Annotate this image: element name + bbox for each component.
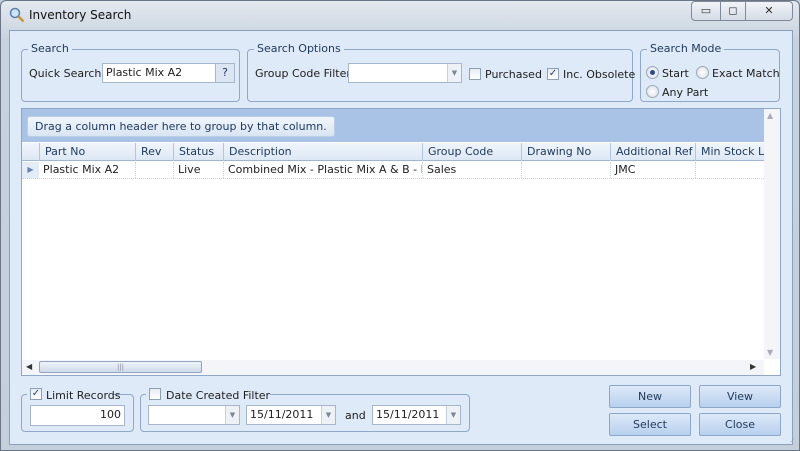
chevron-down-icon: ▼ [321, 406, 335, 424]
purchased-label: Purchased [485, 68, 542, 81]
mode-any-part-label: Any Part [662, 86, 709, 99]
maximize-button[interactable]: ◻ [720, 1, 746, 21]
mode-start-radio[interactable] [646, 66, 659, 79]
results-grid: Drag a column header here to group by th… [21, 108, 781, 376]
limit-records-label: Limit Records [46, 389, 121, 402]
chevron-down-icon: ▼ [225, 406, 239, 424]
chevron-down-icon: ▼ [446, 406, 460, 424]
column-header-group-code[interactable]: Group Code [422, 143, 521, 161]
mode-any-part-radio[interactable] [646, 85, 659, 98]
resize-grip-icon[interactable]: ⋰ [787, 437, 795, 446]
date-created-filter-checkbox[interactable] [149, 388, 161, 400]
inc-obsolete-checkbox[interactable]: ✓ [547, 68, 559, 80]
cell-description[interactable]: Combined Mix - Plastic Mix A & B - No ..… [223, 162, 422, 178]
scroll-right-icon[interactable]: ▶ [750, 362, 756, 371]
column-header-additional-ref[interactable]: Additional Ref [610, 143, 695, 161]
cell-drawing-no[interactable] [521, 162, 610, 178]
close-window-button[interactable]: ✕ [745, 1, 793, 21]
column-header-min-stock[interactable]: Min Stock Le [695, 143, 764, 161]
search-group-title: Search [28, 42, 72, 55]
quick-search-help-button[interactable]: ? [215, 63, 235, 83]
magnifier-icon [9, 7, 25, 23]
group-code-filter-label: Group Code Filter [255, 67, 351, 80]
inventory-search-window: Inventory Search ▭ ◻ ✕ Search Quick Sear… [0, 0, 800, 451]
date-to-picker[interactable]: 15/11/2011 ▼ [372, 405, 461, 425]
view-button[interactable]: View [699, 385, 781, 408]
horizontal-scrollbar[interactable]: ◀ ||| ▶ [22, 360, 764, 375]
group-by-hint: Drag a column header here to group by th… [27, 116, 335, 137]
mode-exact-match-label: Exact Match [712, 67, 780, 80]
cell-part-no[interactable]: Plastic Mix A2 [39, 162, 135, 178]
mode-exact-match-radio[interactable] [696, 66, 709, 79]
select-button[interactable]: Select [609, 413, 691, 436]
search-mode-title: Search Mode [647, 42, 725, 55]
column-header-description[interactable]: Description [223, 143, 422, 161]
column-header-rev[interactable]: Rev [135, 143, 173, 161]
purchased-checkbox[interactable] [469, 68, 481, 80]
limit-records-checkbox[interactable]: ✓ [30, 388, 42, 400]
cell-min-stock[interactable] [695, 162, 764, 178]
table-row[interactable]: ▶ Plastic Mix A2 Live Combined Mix - Pla… [22, 162, 764, 179]
mode-start-label: Start [662, 67, 689, 80]
date-from-value: 15/11/2011 [250, 408, 314, 421]
scroll-left-icon[interactable]: ◀ [26, 362, 32, 371]
column-header-part-no[interactable]: Part No [39, 143, 135, 161]
date-created-filter-label: Date Created Filter [166, 389, 271, 402]
scroll-down-icon[interactable]: ▼ [767, 348, 773, 357]
grid-header: Part No Rev Status Description Group Cod… [22, 143, 764, 161]
new-button[interactable]: New [609, 385, 691, 408]
window-title: Inventory Search [29, 8, 132, 22]
cell-status[interactable]: Live [173, 162, 223, 178]
quick-search-label: Quick Search [29, 67, 102, 80]
scroll-up-icon[interactable]: ▲ [767, 111, 773, 120]
vertical-scrollbar[interactable]: ▲ ▼ [764, 109, 780, 359]
limit-records-input[interactable]: 100 [30, 405, 125, 426]
cell-rev[interactable] [135, 162, 173, 178]
quick-search-input[interactable]: Plastic Mix A2 [102, 63, 216, 83]
minimize-button[interactable]: ▭ [691, 1, 721, 21]
group-code-filter-select[interactable]: ▼ [348, 63, 462, 83]
horizontal-scroll-thumb[interactable]: ||| [39, 361, 202, 373]
close-button[interactable]: Close [699, 413, 781, 436]
column-header-status[interactable]: Status [173, 143, 223, 161]
group-by-panel: Drag a column header here to group by th… [22, 109, 764, 142]
chevron-down-icon: ▼ [447, 64, 461, 82]
date-to-value: 15/11/2011 [376, 408, 440, 421]
cell-additional-ref[interactable]: JMC [610, 162, 695, 178]
inc-obsolete-label: Inc. Obsolete [563, 68, 636, 81]
column-header-drawing-no[interactable]: Drawing No [521, 143, 610, 161]
search-options-title: Search Options [254, 42, 344, 55]
cell-group-code[interactable]: Sales [422, 162, 521, 178]
date-from-picker[interactable]: 15/11/2011 ▼ [246, 405, 336, 425]
row-selector-icon: ▶ [22, 162, 39, 178]
and-label: and [345, 409, 366, 422]
date-mode-select[interactable]: ▼ [148, 405, 240, 425]
